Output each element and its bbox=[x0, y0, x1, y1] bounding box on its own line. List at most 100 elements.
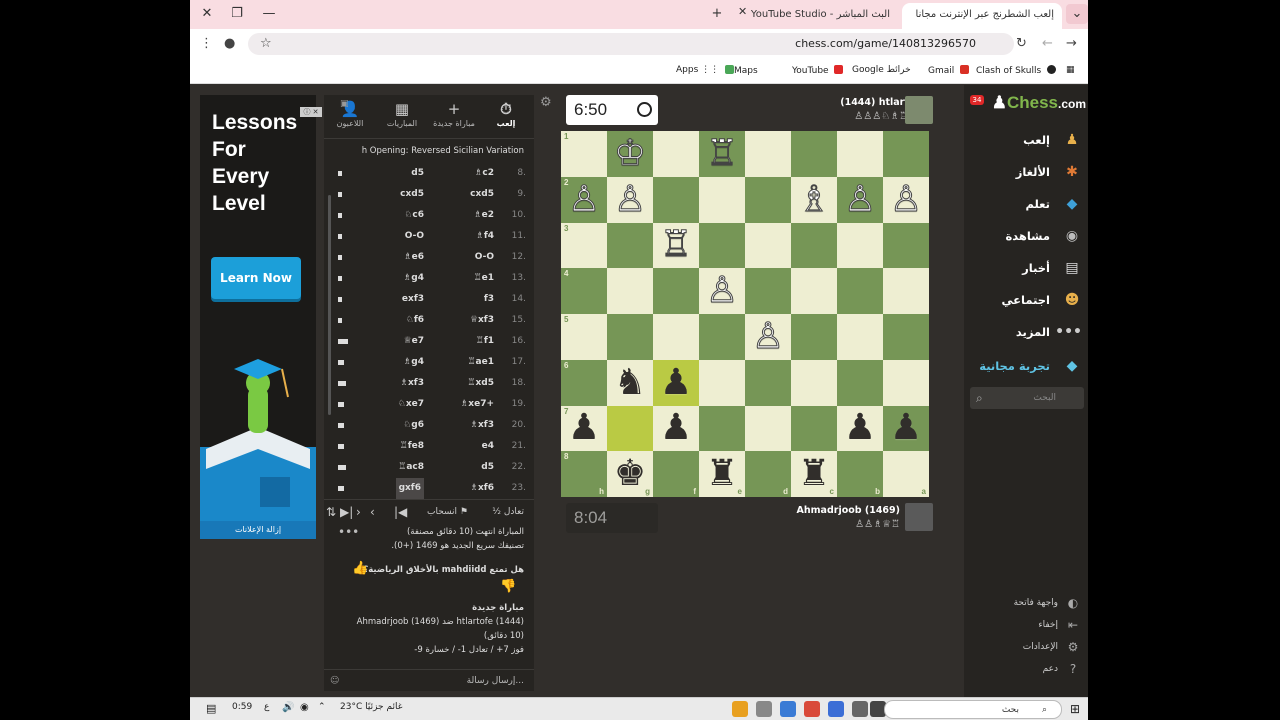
tab-new-game[interactable]: + مباراة جديدة bbox=[428, 99, 480, 128]
notifications-icon[interactable]: ▤ bbox=[206, 702, 216, 715]
board-square[interactable] bbox=[699, 222, 745, 269]
draw-button[interactable]: ½ تعادل bbox=[492, 507, 524, 517]
nav-search-input[interactable]: البحث ⌕ bbox=[970, 387, 1084, 409]
board-square[interactable] bbox=[699, 359, 745, 406]
chess-board[interactable]: 1 ♔ ♖ 2 ♙ ♙ ♗ ♙ ♙ 3 ♖ 4 ♙ 5 ♙ 6 ♞ ♟ 7 ♟ ♟ ♟ ♟ 8 h g ♚ f e ♜ d c ♜ b a bbox=[561, 131, 929, 497]
board-square[interactable] bbox=[883, 222, 929, 269]
nav-item[interactable]: مشاهدة ◉ bbox=[964, 223, 1088, 249]
bookmark-clash-of-skulls[interactable]: Clash of Skulls bbox=[976, 65, 1057, 76]
white-move[interactable]: ♗f4 bbox=[476, 226, 494, 247]
board-square[interactable] bbox=[791, 359, 837, 406]
black-piece[interactable]: ♜ bbox=[706, 456, 738, 492]
board-square[interactable] bbox=[791, 222, 837, 269]
taskbar-search[interactable]: بحث ⌕ bbox=[884, 700, 1062, 719]
board-square[interactable] bbox=[607, 268, 653, 314]
close-window-icon[interactable]: ✕ bbox=[196, 4, 218, 24]
forward-icon[interactable]: ← bbox=[1042, 36, 1053, 51]
board-square[interactable] bbox=[883, 131, 929, 177]
back-icon[interactable]: → bbox=[1066, 36, 1077, 51]
tab-players[interactable]: 👤 اللاعبون bbox=[324, 99, 376, 128]
black-move[interactable]: ♗g4 bbox=[403, 352, 424, 373]
board-square[interactable]: ♙ bbox=[699, 268, 745, 314]
board-square[interactable] bbox=[745, 268, 791, 314]
tab-youtube-studio[interactable]: البث المباشر - YouTube Studio bbox=[730, 3, 898, 29]
white-piece[interactable]: ♙ bbox=[705, 272, 738, 309]
board-square[interactable]: b bbox=[837, 451, 883, 497]
board-square[interactable]: 2 ♙ bbox=[561, 176, 607, 223]
last-move-icon[interactable]: ▶| bbox=[340, 505, 353, 519]
board-square[interactable] bbox=[837, 359, 883, 406]
player-name-bottom[interactable]: Ahmadrjoob (1469) bbox=[797, 505, 900, 516]
board-square[interactable]: ♙ bbox=[607, 176, 653, 223]
nav-item[interactable]: إلعب ♟ bbox=[964, 127, 1088, 153]
board-square[interactable] bbox=[883, 314, 929, 360]
white-piece[interactable]: ♖ bbox=[705, 135, 738, 172]
chat-input[interactable]: إرسال رسالة... ☺ bbox=[324, 669, 534, 691]
files-app-icon[interactable] bbox=[732, 701, 748, 717]
board-square[interactable]: d bbox=[745, 451, 791, 497]
white-piece[interactable]: ♔ bbox=[613, 135, 646, 172]
white-piece[interactable]: ♙ bbox=[889, 181, 922, 218]
show-hidden-icons[interactable]: ⌃ bbox=[318, 702, 326, 712]
board-square[interactable] bbox=[699, 405, 745, 452]
board-square[interactable]: f bbox=[653, 451, 699, 497]
next-move-icon[interactable]: › bbox=[356, 505, 361, 519]
board-square[interactable] bbox=[745, 176, 791, 223]
board-square[interactable]: 8h bbox=[561, 451, 607, 497]
all-bookmarks-icon[interactable]: ▦ bbox=[1066, 65, 1075, 75]
board-square[interactable]: ♟ bbox=[653, 359, 699, 406]
board-square[interactable]: 7 ♟ bbox=[561, 405, 607, 452]
ad-banner[interactable]: ⓘ ✕ Lessons For Every Level Learn Now إز… bbox=[200, 95, 322, 539]
black-piece[interactable]: ♟ bbox=[890, 410, 922, 446]
nav-item[interactable]: تجربة مجانية ◆ bbox=[964, 353, 1088, 379]
minimize-window-icon[interactable]: — bbox=[258, 4, 280, 24]
black-piece[interactable]: ♟ bbox=[844, 410, 876, 446]
explorer-app-icon[interactable] bbox=[852, 701, 868, 717]
board-square[interactable] bbox=[653, 268, 699, 314]
settings-gear-icon[interactable]: ⚙ bbox=[540, 95, 552, 110]
black-piece[interactable]: ♟ bbox=[660, 410, 692, 446]
white-move[interactable]: cxd5 bbox=[470, 184, 494, 205]
white-piece[interactable]: ♗ bbox=[797, 181, 830, 218]
network-icon[interactable]: ◉ bbox=[300, 702, 309, 713]
black-move[interactable]: ♘c6 bbox=[404, 205, 424, 226]
black-move[interactable]: O-O bbox=[405, 226, 424, 247]
board-square[interactable] bbox=[653, 176, 699, 223]
nav-item[interactable]: اجتماعي ☻ bbox=[964, 287, 1088, 313]
white-move[interactable]: ♗c2 bbox=[474, 163, 494, 184]
board-square[interactable]: ♔ bbox=[607, 131, 653, 177]
opening-name[interactable]: h Opening: Reversed Sicilian Variation bbox=[324, 141, 534, 161]
black-move[interactable]: ♖fe8 bbox=[400, 436, 424, 457]
support-button[interactable]: دعم? bbox=[964, 659, 1088, 679]
emoji-icon[interactable]: ☺ bbox=[330, 670, 339, 692]
black-move[interactable]: ♗g4 bbox=[403, 268, 424, 289]
learn-now-button[interactable]: Learn Now bbox=[211, 257, 301, 299]
volume-icon[interactable]: 🔊 bbox=[282, 702, 294, 713]
obs-app-icon[interactable] bbox=[756, 701, 772, 717]
white-move[interactable]: f3 bbox=[484, 289, 494, 310]
previous-move-icon[interactable]: ‹ bbox=[370, 505, 375, 519]
nav-item[interactable]: الألغاز ✱ bbox=[964, 159, 1088, 185]
nav-item[interactable]: أخبار ▤ bbox=[964, 255, 1088, 281]
board-square[interactable]: ♙ bbox=[883, 176, 929, 223]
black-move[interactable]: gxf6 bbox=[395, 478, 424, 499]
new-tab-icon[interactable]: + bbox=[706, 4, 728, 24]
board-square[interactable] bbox=[653, 314, 699, 360]
board-square[interactable]: 4 bbox=[561, 268, 607, 314]
profile-icon[interactable]: ● bbox=[224, 36, 235, 51]
black-move[interactable]: ♗xf3 bbox=[400, 373, 424, 394]
board-square[interactable]: 1 bbox=[561, 131, 607, 177]
board-square[interactable]: 3 bbox=[561, 222, 607, 269]
board-square[interactable]: ♖ bbox=[653, 222, 699, 269]
bookmark-star-icon[interactable]: ☆ bbox=[260, 36, 272, 51]
board-square[interactable] bbox=[745, 405, 791, 452]
resign-button[interactable]: انسحاب ⚑ bbox=[427, 507, 468, 517]
thumbs-up-icon[interactable]: 👍 bbox=[352, 561, 368, 576]
white-move[interactable]: ♖ae1 bbox=[467, 352, 494, 373]
board-square[interactable] bbox=[607, 222, 653, 269]
board-square[interactable] bbox=[791, 314, 837, 360]
white-move[interactable]: ♖f1 bbox=[476, 331, 494, 352]
tab-play[interactable]: ⏱ إلعب bbox=[480, 99, 532, 128]
white-piece[interactable]: ♙ bbox=[843, 181, 876, 218]
bookmark-maps[interactable]: Maps bbox=[722, 65, 758, 76]
